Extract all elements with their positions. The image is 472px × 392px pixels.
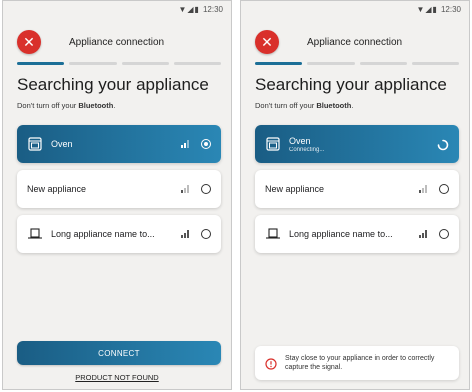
signal-tip-banner: Stay close to your appliance in order to… [255, 346, 459, 380]
subtitle-text: Don't turn off your [255, 101, 317, 110]
appliance-item-new-appliance[interactable]: New appliance [17, 170, 221, 208]
page-title: Searching your appliance [255, 75, 447, 94]
appliance-name: New appliance [265, 184, 325, 194]
radio-unselected[interactable] [201, 229, 211, 239]
radio-selected[interactable] [201, 139, 211, 149]
status-time: 12:30 [202, 5, 223, 14]
appliance-text: New appliance [265, 184, 419, 194]
progress-step [359, 62, 407, 65]
header-title: Appliance connection [307, 36, 403, 48]
step-progress [17, 62, 221, 65]
signal-battery-icon: ▼◢▮ [178, 5, 200, 14]
signal-battery-icon: ▼◢▮ [416, 5, 438, 14]
progress-step [411, 62, 459, 65]
appliance-item-long-name[interactable]: Long appliance name to... [17, 215, 221, 253]
appliance-name: Oven [51, 139, 73, 149]
subtitle-bold: Bluetooth [316, 101, 352, 110]
loading-spinner-icon [437, 138, 449, 151]
progress-step [307, 62, 355, 65]
status-bar: ▼◢▮ 12:30 [416, 5, 461, 14]
close-icon: ✕ [23, 34, 35, 50]
appliance-text: Long appliance name to... [51, 229, 181, 239]
connect-button[interactable]: CONNECT [17, 341, 221, 365]
subtitle-text: Don't turn off your [17, 101, 79, 110]
signal-strength-icon [181, 185, 189, 193]
progress-step [255, 62, 303, 65]
oven-icon [265, 136, 281, 152]
radio-unselected[interactable] [439, 184, 449, 194]
close-icon: ✕ [261, 34, 273, 50]
appliance-item-oven[interactable]: Oven [17, 125, 221, 163]
appliance-text: Oven [51, 139, 181, 149]
subtitle-suffix: . [351, 101, 354, 110]
status-time: 12:30 [440, 5, 461, 14]
product-not-found-link[interactable]: PRODUCT NOT FOUND [3, 373, 231, 382]
progress-step [69, 62, 117, 65]
signal-strength-icon [419, 230, 427, 238]
appliance-text: Oven Connecting... [289, 136, 437, 153]
signal-strength-icon [181, 230, 189, 238]
status-bar: ▼◢▮ 12:30 [178, 5, 223, 14]
header: ✕ Appliance connection [255, 29, 459, 55]
alert-circle-icon [265, 357, 277, 370]
appliance-item-new-appliance[interactable]: New appliance [255, 170, 459, 208]
oven-icon [27, 136, 43, 152]
phone-screen-1: ▼◢▮ 12:30 ✕ Appliance connection Searchi… [2, 0, 232, 390]
appliance-generic-icon [265, 226, 281, 242]
appliance-generic-icon [27, 226, 43, 242]
appliance-name: Long appliance name to... [51, 229, 155, 239]
close-button[interactable]: ✕ [255, 30, 279, 54]
appliance-name: New appliance [27, 184, 87, 194]
step-progress [255, 62, 459, 65]
tip-text: Stay close to your appliance in order to… [285, 354, 435, 371]
signal-strength-icon [181, 140, 189, 148]
header: ✕ Appliance connection [17, 29, 221, 55]
appliance-text: Long appliance name to... [289, 229, 419, 239]
radio-unselected[interactable] [201, 184, 211, 194]
phone-screen-2: ▼◢▮ 12:30 ✕ Appliance connection Searchi… [240, 0, 470, 390]
subtitle-bold: Bluetooth [78, 101, 114, 110]
appliance-text: New appliance [27, 184, 181, 194]
connection-status: Connecting... [289, 146, 325, 153]
subtitle-suffix: . [113, 101, 116, 110]
radio-unselected[interactable] [439, 229, 449, 239]
appliance-item-long-name[interactable]: Long appliance name to... [255, 215, 459, 253]
appliance-item-oven[interactable]: Oven Connecting... [255, 125, 459, 163]
progress-step [121, 62, 169, 65]
close-button[interactable]: ✕ [17, 30, 41, 54]
page-title: Searching your appliance [17, 75, 209, 94]
appliance-name: Long appliance name to... [289, 229, 393, 239]
appliance-name: Oven [289, 135, 311, 146]
page-subtitle: Don't turn off your Bluetooth. [255, 101, 353, 110]
page-subtitle: Don't turn off your Bluetooth. [17, 101, 115, 110]
signal-strength-icon [419, 185, 427, 193]
progress-step [17, 62, 65, 65]
header-title: Appliance connection [69, 36, 165, 48]
progress-step [173, 62, 221, 65]
